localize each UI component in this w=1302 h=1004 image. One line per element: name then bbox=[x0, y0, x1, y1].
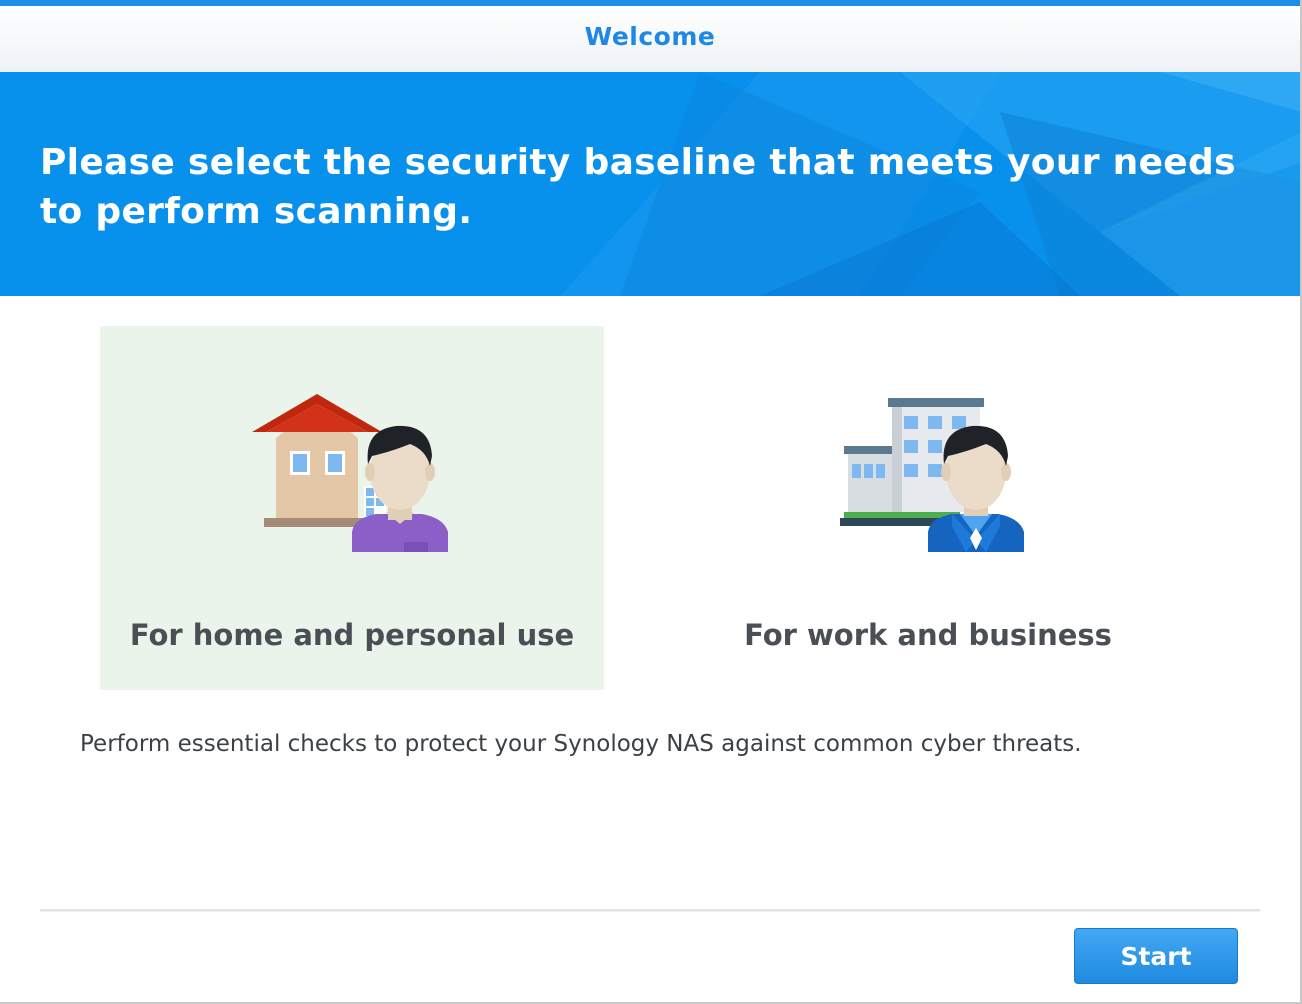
office-building-person-icon bbox=[840, 398, 1024, 552]
house-person-icon bbox=[252, 394, 448, 552]
option-description: Perform essential checks to protect your… bbox=[80, 731, 1082, 757]
dialog-title: Welcome bbox=[584, 22, 716, 51]
option-home-label: For home and personal use bbox=[129, 618, 575, 652]
title-bar: Welcome bbox=[0, 6, 1300, 72]
option-work-label: For work and business bbox=[744, 618, 1112, 652]
option-work-business[interactable]: For work and business bbox=[676, 326, 1180, 690]
footer-divider bbox=[40, 909, 1260, 912]
option-home-personal[interactable]: For home and personal use bbox=[100, 326, 604, 690]
banner-headline: Please select the security baseline that… bbox=[40, 142, 1236, 232]
header-banner: Please select the security baseline that… bbox=[0, 72, 1300, 296]
start-button[interactable]: Start bbox=[1074, 928, 1238, 984]
welcome-dialog: Welcome Please select the security basel… bbox=[0, 0, 1302, 1004]
